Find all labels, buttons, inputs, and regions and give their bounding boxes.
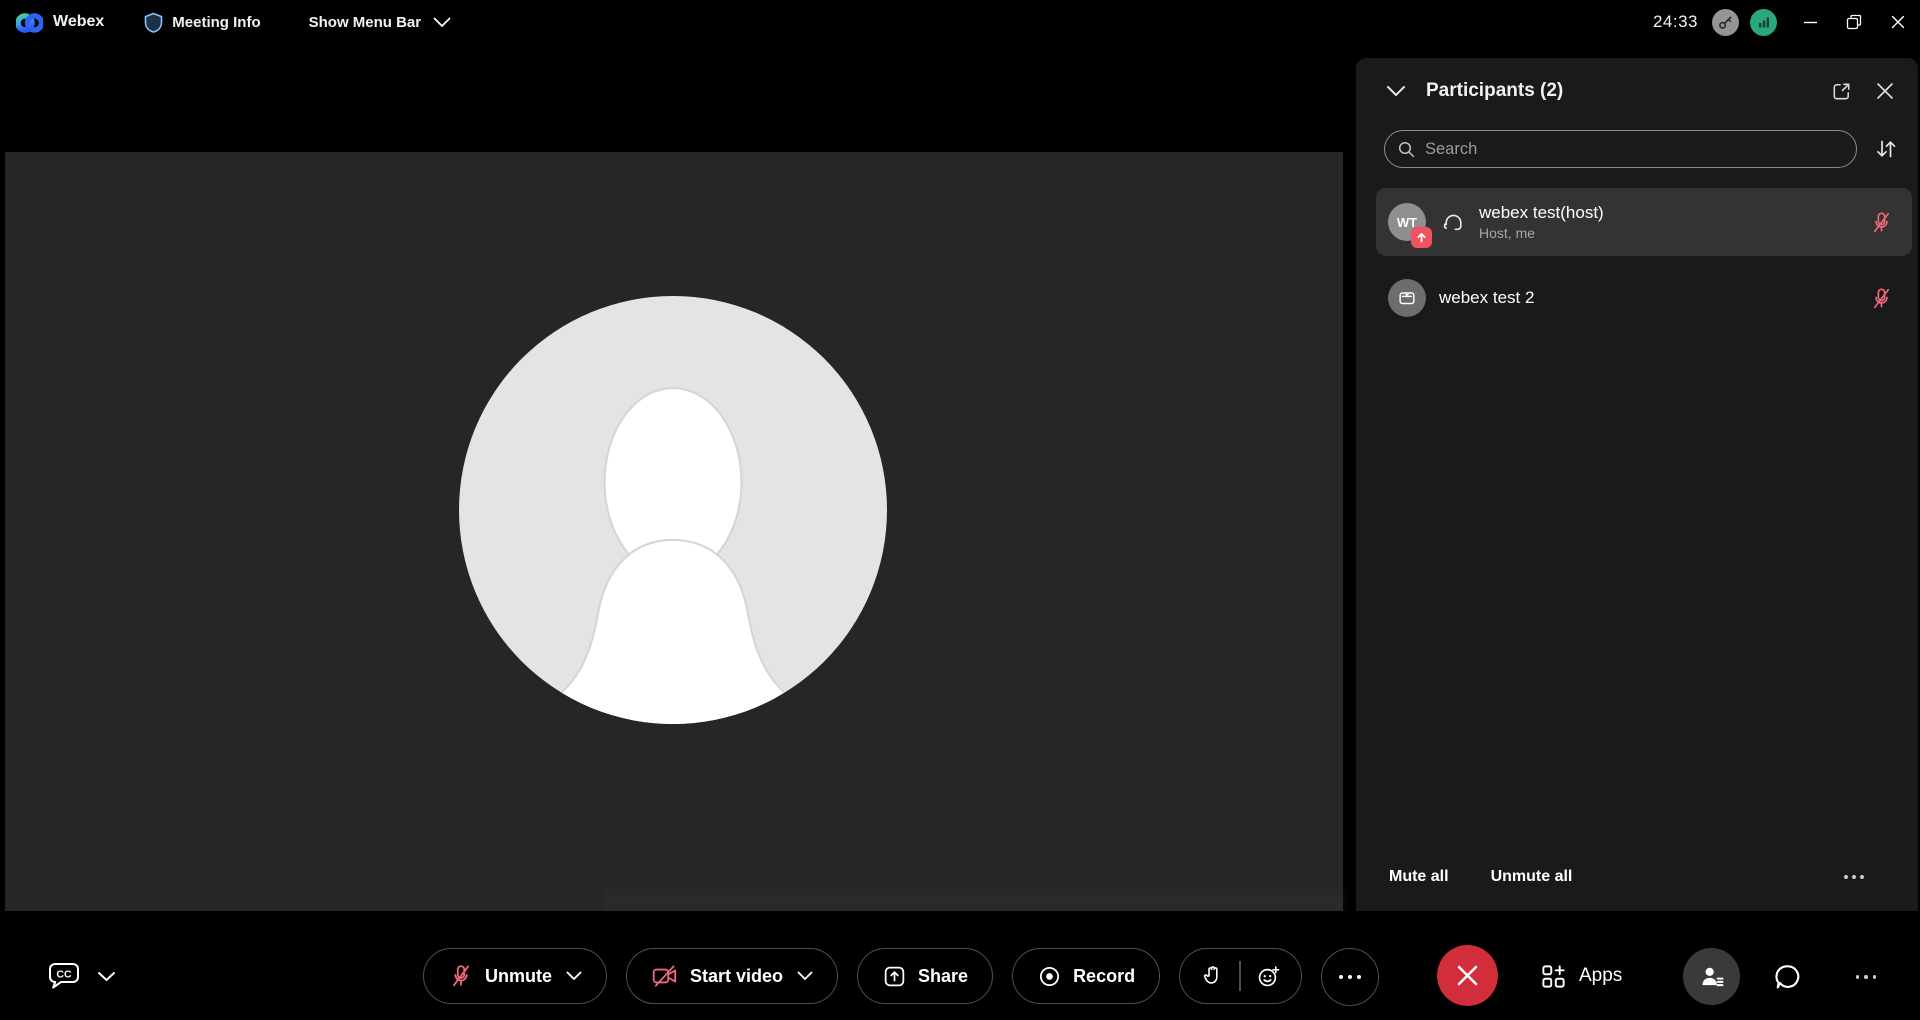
participant-avatar-silhouette: [459, 296, 887, 724]
search-icon: [1397, 140, 1416, 159]
participants-button-active[interactable]: [1683, 948, 1740, 1005]
app-title: Webex: [53, 13, 104, 31]
participant-name: webex test 2: [1439, 288, 1534, 308]
record-button[interactable]: Record: [1012, 948, 1160, 1004]
unmute-button[interactable]: Unmute: [423, 948, 607, 1004]
headset-icon: [1441, 210, 1466, 235]
raise-hand-icon[interactable]: [1200, 963, 1224, 989]
reactions-group: [1179, 948, 1302, 1004]
apps-button[interactable]: Apps: [1540, 948, 1622, 1004]
titlebar: Webex Meeting Info Show Menu Bar 24:33: [0, 0, 1920, 44]
more-panels-button[interactable]: [1844, 955, 1888, 999]
participant-search-box[interactable]: [1384, 130, 1857, 168]
reactions-icon[interactable]: [1256, 964, 1281, 989]
participant-name: webex test(host): [1479, 203, 1604, 223]
ellipsis-icon: [1339, 975, 1361, 979]
close-window-button[interactable]: [1876, 0, 1920, 44]
muted-mic-icon: [448, 963, 474, 989]
shield-icon: [144, 12, 163, 33]
participant-role: Host, me: [1479, 225, 1604, 241]
show-menu-bar-button[interactable]: Show Menu Bar: [309, 14, 452, 31]
share-screen-icon: [882, 964, 907, 989]
more-options-button[interactable]: [1321, 948, 1379, 1006]
share-label: Share: [918, 966, 968, 987]
closed-captions-icon[interactable]: CC: [46, 960, 82, 992]
apps-grid-icon: [1540, 963, 1567, 990]
ellipsis-icon: [1856, 975, 1877, 979]
restore-button[interactable]: [1832, 0, 1876, 44]
muted-mic-icon[interactable]: [1869, 210, 1894, 235]
control-bar: CC Unmute: [0, 911, 1920, 1020]
chevron-down-icon: [797, 971, 813, 981]
participants-panel: Participants (2): [1356, 58, 1918, 911]
meeting-timer: 24:33: [1653, 12, 1698, 32]
meeting-stage: Participants (2): [0, 44, 1920, 911]
show-menu-bar-label: Show Menu Bar: [309, 14, 422, 31]
participant-row-host[interactable]: WT webex test(h: [1376, 188, 1912, 256]
participants-panel-header: Participants (2): [1356, 58, 1918, 124]
participants-panel-title: Participants (2): [1426, 80, 1563, 102]
minimize-button[interactable]: [1788, 0, 1832, 44]
mute-all-button[interactable]: Mute all: [1389, 868, 1449, 886]
start-video-button[interactable]: Start video: [626, 948, 838, 1004]
svg-text:CC: CC: [56, 968, 72, 980]
session-key-icon[interactable]: [1712, 9, 1739, 36]
chevron-down-icon: [566, 971, 582, 981]
video-device-avatar-icon: [1388, 279, 1426, 317]
webex-logo-icon: [16, 10, 43, 34]
sort-participants-icon[interactable]: [1870, 133, 1902, 165]
share-button[interactable]: Share: [857, 948, 993, 1004]
participants-panel-footer: Mute all Unmute all: [1356, 849, 1918, 911]
participant-row[interactable]: webex test 2: [1376, 264, 1912, 332]
sharing-screen-badge-icon: [1411, 227, 1432, 248]
captions-chevron-down-icon[interactable]: [97, 971, 116, 982]
video-tile[interactable]: [5, 152, 1343, 911]
video-bottom-strip: [603, 889, 1348, 911]
participants-more-options-icon[interactable]: [1844, 875, 1864, 879]
muted-mic-icon[interactable]: [1869, 286, 1894, 311]
meeting-info-button[interactable]: Meeting Info: [144, 12, 260, 33]
leave-meeting-button[interactable]: [1437, 945, 1498, 1006]
unmute-label: Unmute: [485, 966, 552, 987]
collapse-panel-chevron-icon[interactable]: [1379, 74, 1413, 108]
close-panel-icon[interactable]: [1868, 74, 1902, 108]
start-video-label: Start video: [690, 966, 783, 987]
divider: [1239, 961, 1241, 991]
apps-label: Apps: [1579, 965, 1622, 987]
record-icon: [1037, 964, 1062, 989]
record-label: Record: [1073, 966, 1135, 987]
popout-panel-icon[interactable]: [1824, 74, 1858, 108]
connection-quality-icon[interactable]: [1750, 9, 1777, 36]
chevron-down-icon: [433, 17, 451, 28]
chat-button[interactable]: [1766, 955, 1810, 999]
video-off-icon: [651, 963, 679, 989]
search-input[interactable]: [1425, 140, 1844, 159]
meeting-info-label: Meeting Info: [172, 14, 260, 31]
unmute-all-button[interactable]: Unmute all: [1491, 868, 1573, 886]
